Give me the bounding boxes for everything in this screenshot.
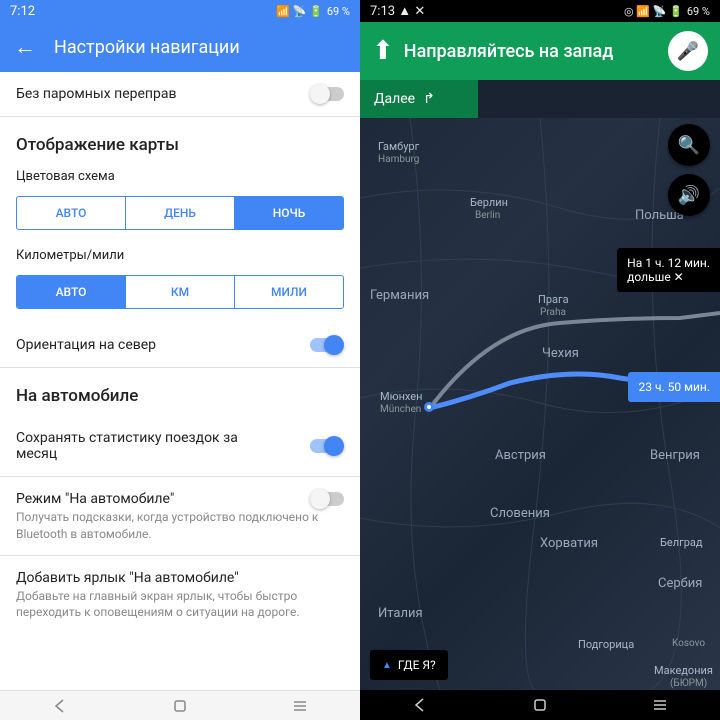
label-fyrom: (БЮРМ) bbox=[670, 678, 707, 689]
label-germany: Германия bbox=[370, 288, 429, 303]
label-austria: Австрия bbox=[495, 448, 546, 463]
statusbar-left: 7:12 📶 📡 🔋69 % bbox=[0, 0, 360, 22]
north-row[interactable]: Ориентация на север bbox=[0, 323, 360, 367]
carmode-desc: Получать подсказки, когда устройство под… bbox=[0, 509, 360, 555]
carmode-row[interactable]: Режим "На автомобиле" bbox=[0, 477, 360, 509]
label-munich: Мюнхен bbox=[380, 390, 422, 403]
label-munich2: München bbox=[380, 404, 421, 415]
nav-recent[interactable] bbox=[275, 696, 325, 716]
units-label: Километры/мили bbox=[0, 244, 360, 271]
nav-direction-header: ⬆ Направляйтесь на запад 🎤 bbox=[360, 22, 720, 80]
label-kosovo: Kosovo bbox=[672, 638, 705, 649]
label-slovenia: Словения bbox=[490, 506, 550, 521]
statusbar-right: 7:13 ▲ ✕ ◎ 📶 📡 🔋 69 % bbox=[360, 0, 720, 22]
label-czech: Чехия bbox=[542, 346, 579, 361]
label-prague: Прага bbox=[538, 293, 569, 306]
navbar-right bbox=[360, 690, 720, 720]
turn-right-icon: ↱ bbox=[423, 91, 435, 107]
label-macedonia: Македония bbox=[654, 664, 713, 677]
seg-miles[interactable]: МИЛИ bbox=[235, 276, 343, 308]
nav-recent-r[interactable] bbox=[635, 695, 685, 715]
eta-alt-route[interactable]: На 1 ч. 12 мин. дольше ✕ bbox=[617, 248, 720, 292]
label-hungary: Венгрия bbox=[650, 448, 700, 463]
audio-button[interactable]: 🔊 bbox=[668, 174, 710, 216]
map-canvas[interactable]: Гамбург Hamburg Берлин Berlin Польша Гер… bbox=[360, 118, 720, 690]
nav-back-r[interactable] bbox=[395, 695, 445, 715]
status-icons: 📶 📡 🔋69 % bbox=[276, 5, 350, 18]
units-selector: АВТО КМ МИЛИ bbox=[16, 275, 344, 309]
seg-night[interactable]: НОЧЬ bbox=[235, 197, 343, 229]
label-italy: Италия bbox=[378, 606, 423, 621]
ferry-toggle[interactable] bbox=[310, 87, 344, 101]
back-icon[interactable]: ← bbox=[14, 34, 36, 60]
stats-row[interactable]: Сохранять статистику поездок за месяц bbox=[0, 416, 360, 476]
search-button[interactable]: 🔍 bbox=[668, 124, 710, 166]
label-podgorica: Подгорица bbox=[578, 638, 634, 651]
nav-settings-header: ← Настройки навигации bbox=[0, 22, 360, 72]
stats-toggle[interactable] bbox=[310, 439, 344, 453]
nav-home-r[interactable] bbox=[515, 695, 565, 715]
label-croatia: Хорватия bbox=[540, 536, 598, 551]
shortcut-desc: Добавьте на главный экран ярлык, чтобы б… bbox=[0, 588, 360, 634]
label-belgrade: Белград bbox=[660, 536, 703, 549]
seg-day[interactable]: ДЕНЬ bbox=[126, 197, 235, 229]
label-hamburg2: Hamburg bbox=[378, 154, 419, 165]
eta-main-route[interactable]: 23 ч. 50 мин. bbox=[628, 372, 720, 402]
status-icons-right: ◎ 📶 📡 🔋 69 % bbox=[624, 5, 710, 18]
arrow-up-icon: ⬆ bbox=[372, 36, 394, 66]
time-right: 7:13 ▲ ✕ bbox=[370, 3, 425, 19]
color-scheme-selector: АВТО ДЕНЬ НОЧЬ bbox=[16, 196, 344, 230]
north-toggle[interactable] bbox=[310, 338, 344, 352]
time: 7:12 bbox=[10, 4, 35, 19]
label-serbia: Сербия bbox=[658, 576, 702, 591]
ferry-row[interactable]: Без паромных переправ bbox=[0, 72, 360, 116]
direction-text: Направляйтесь на запад bbox=[404, 41, 658, 62]
label-hamburg: Гамбург bbox=[378, 140, 419, 153]
label-berlin: Берлин bbox=[470, 196, 508, 209]
color-scheme-label: Цветовая схема bbox=[0, 165, 360, 192]
carmode-toggle[interactable] bbox=[310, 492, 344, 506]
where-am-i-button[interactable]: ГДЕ Я? bbox=[370, 650, 448, 680]
label-prague2: Praha bbox=[540, 307, 566, 318]
car-section-title: На автомобиле bbox=[0, 368, 360, 416]
shortcut-row[interactable]: Добавить ярлык "На автомобиле" bbox=[0, 556, 360, 588]
seg-units-auto[interactable]: АВТО bbox=[17, 276, 126, 308]
nav-home[interactable] bbox=[155, 696, 205, 716]
seg-km[interactable]: КМ bbox=[126, 276, 235, 308]
label-berlin2: Berlin bbox=[475, 210, 500, 221]
map-section-title: Отображение карты bbox=[0, 117, 360, 165]
nav-back[interactable] bbox=[35, 696, 85, 716]
next-step-bar[interactable]: Далее ↱ bbox=[360, 80, 478, 118]
origin-dot bbox=[424, 402, 434, 412]
page-title: Настройки навигации bbox=[54, 37, 240, 58]
mic-button[interactable]: 🎤 bbox=[668, 31, 708, 71]
seg-auto[interactable]: АВТО bbox=[17, 197, 126, 229]
navbar-left bbox=[0, 690, 360, 720]
